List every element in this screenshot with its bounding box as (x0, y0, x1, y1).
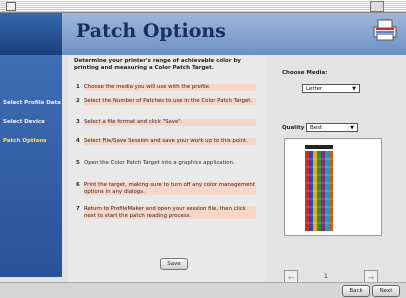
step-number: 7 (76, 206, 80, 212)
instruction-step: 1 Choose the media you will use with the … (76, 84, 266, 91)
paper-size-value: Letter (306, 86, 323, 92)
instruction-step: 6 Print the target, making sure to turn o… (76, 182, 266, 196)
step-text: Open the Color Patch Target into a graph… (84, 160, 235, 166)
chevron-down-icon: ▼ (352, 86, 356, 92)
sidebar-item-patch-options[interactable]: Patch Options (3, 138, 46, 145)
step-text: Choose the media you will use with the p… (84, 84, 256, 91)
quality-select[interactable]: Best ▼ (306, 123, 358, 132)
step-text: Print the target, making sure to turn of… (84, 182, 256, 196)
step-text: Select File/Save Session and save your w… (84, 138, 256, 145)
step-number: 4 (76, 138, 80, 144)
printer-icon (373, 19, 397, 41)
window-titlebar[interactable] (0, 0, 406, 13)
color-patch-image (305, 145, 333, 231)
close-box-icon[interactable] (6, 2, 16, 11)
chevron-down-icon: ▼ (350, 125, 354, 131)
step-number: 1 (76, 84, 80, 90)
instruction-step: 5 Open the Color Patch Target into a grap… (76, 160, 266, 167)
back-button[interactable]: Back (342, 285, 370, 297)
sidebar-item-select-device[interactable]: Select Device (3, 119, 45, 126)
header-side-strip (0, 13, 62, 55)
step-number: 2 (76, 98, 80, 104)
paper-size-label: Choose Media: (282, 70, 328, 76)
quality-value: Best (310, 125, 323, 131)
instruction-step: 7 Return to ProfileMaker and open your se… (76, 206, 266, 220)
zoom-box-icon[interactable] (370, 1, 384, 12)
step-number: 5 (76, 160, 80, 166)
page-title: Patch Options (76, 20, 226, 42)
step-text: Select a file format and click "Save". (84, 119, 256, 126)
step-number: 6 (76, 182, 80, 188)
instruction-step: 3 Select a file format and click "Save". (76, 119, 266, 126)
instructions-intro: Determine your printer's range of achiev… (74, 58, 241, 71)
instruction-step: 4 Select File/Save Session and save your … (76, 138, 266, 145)
application-window: Patch Options Select Profile Data Select… (0, 0, 406, 298)
save-button[interactable]: Save (160, 258, 188, 270)
page-number: 1 (324, 273, 328, 280)
instruction-step: 2 Select the Number of Patches to use in … (76, 98, 266, 105)
sidebar: Select Profile Data Select Device Patch … (0, 55, 62, 277)
paper-size-select[interactable]: Letter ▼ (302, 84, 360, 93)
step-text: Return to ProfileMaker and open your ses… (84, 206, 256, 220)
next-button[interactable]: Next (372, 285, 400, 297)
step-number: 3 (76, 119, 80, 125)
quality-label: Quality (282, 125, 305, 131)
sidebar-item-select-profile-data[interactable]: Select Profile Data (3, 100, 61, 107)
patch-target-preview (284, 138, 382, 236)
step-text: Select the Number of Patches to use in t… (84, 98, 256, 105)
